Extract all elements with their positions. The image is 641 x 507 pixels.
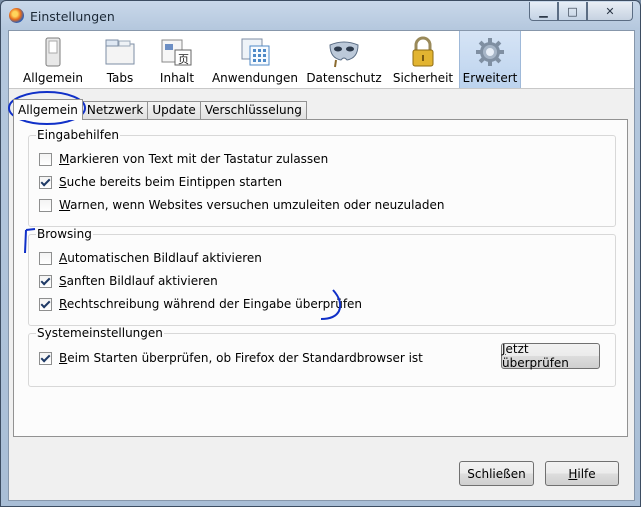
tab-verschluesselung[interactable]: Verschlüsselung xyxy=(199,101,307,119)
toolbar-label: Sicherheit xyxy=(392,71,454,85)
content-icon: 页 xyxy=(161,39,192,66)
toolbar-item-datenschutz[interactable]: Datenschutz xyxy=(305,31,383,88)
group-systemeinstellungen: Systemeinstellungen Beim Starten überprü… xyxy=(28,326,616,387)
option-label: Beim Starten überprüfen, ob Firefox der … xyxy=(59,351,423,365)
toolbar-label: Anwendungen xyxy=(211,71,299,85)
switch-icon xyxy=(45,37,61,67)
category-toolbar: Allgemein Tabs 页 Inhalt Anwendungen Date… xyxy=(9,31,634,89)
option-label: Suche bereits beim Eintippen starten xyxy=(59,175,283,189)
group-browsing: Browsing Automatischen Bildlauf aktivier… xyxy=(28,227,616,326)
toolbar-item-inhalt[interactable]: 页 Inhalt xyxy=(151,31,203,88)
close-icon: ✕ xyxy=(605,4,615,18)
firefox-icon xyxy=(9,8,24,23)
toolbar-label: Inhalt xyxy=(159,71,195,85)
minimize-icon: ▁ xyxy=(539,4,548,18)
close-button[interactable]: Schließen xyxy=(459,461,534,486)
option-label: Automatischen Bildlauf aktivieren xyxy=(59,251,262,265)
group-label: Browsing xyxy=(36,227,93,241)
help-button[interactable]: Hilfe xyxy=(545,461,619,486)
applications-icon xyxy=(241,38,270,66)
option-spellcheck[interactable]: Rechtschreibung während der Eingabe über… xyxy=(39,297,362,311)
toolbar-item-allgemein[interactable]: Allgemein xyxy=(19,31,87,88)
option-auto-scroll[interactable]: Automatischen Bildlauf aktivieren xyxy=(39,251,262,265)
tabs-icon xyxy=(105,39,135,65)
maximize-button[interactable]: □ xyxy=(558,2,587,21)
group-eingabehilfen: Eingabehilfen Markieren von Text mit der… xyxy=(28,128,616,227)
button-label: Hilfe xyxy=(568,466,596,481)
maximize-icon: □ xyxy=(567,4,578,18)
checkbox[interactable] xyxy=(39,175,52,189)
window-title: Einstellungen xyxy=(30,9,115,24)
tab-update[interactable]: Update xyxy=(147,101,201,119)
svg-text:页: 页 xyxy=(178,53,189,66)
button-label: Jetzt überprüfen xyxy=(502,342,569,370)
option-markieren[interactable]: Markieren von Text mit der Tastatur zula… xyxy=(39,152,328,166)
preferences-window: Einstellungen ▁ □ ✕ Allgemein Tabs 页 Inh… xyxy=(0,0,641,507)
checkbox[interactable] xyxy=(39,251,52,265)
option-smooth-scroll[interactable]: Sanften Bildlauf aktivieren xyxy=(39,274,218,288)
close-window-button[interactable]: ✕ xyxy=(587,2,633,21)
checkbox[interactable] xyxy=(39,274,52,288)
toolbar-label: Erweitert xyxy=(462,71,518,85)
tab-netzwerk[interactable]: Netzwerk xyxy=(81,101,149,119)
group-label: Eingabehilfen xyxy=(36,128,120,142)
checkbox[interactable] xyxy=(39,351,52,365)
option-label: Warnen, wenn Websites versuchen umzuleit… xyxy=(59,198,445,212)
dialog-body: Allgemein Tabs 页 Inhalt Anwendungen Date… xyxy=(8,30,635,501)
toolbar-item-tabs[interactable]: Tabs xyxy=(93,31,147,88)
mask-icon xyxy=(329,41,359,68)
toolbar-item-sicherheit[interactable]: Sicherheit xyxy=(389,31,457,88)
toolbar-label: Tabs xyxy=(106,71,134,85)
toolbar-label: Allgemein xyxy=(23,71,83,85)
option-label: Sanften Bildlauf aktivieren xyxy=(59,274,218,288)
tab-allgemein[interactable]: Allgemein xyxy=(13,99,83,120)
option-label: Rechtschreibung während der Eingabe über… xyxy=(59,297,363,311)
title-bar[interactable]: Einstellungen ▁ □ ✕ xyxy=(1,1,640,31)
checkbox[interactable] xyxy=(39,297,52,311)
tab-strip: Allgemein Netzwerk Update Verschlüsselun… xyxy=(13,99,307,120)
minimize-button[interactable]: ▁ xyxy=(529,2,558,21)
option-label: Markieren von Text mit der Tastatur zula… xyxy=(59,152,329,166)
toolbar-item-erweitert[interactable]: Erweitert xyxy=(459,31,521,88)
padlock-icon xyxy=(412,36,434,67)
tab-panel: Eingabehilfen Markieren von Text mit der… xyxy=(13,119,628,437)
check-now-button[interactable]: Jetzt überprüfen xyxy=(501,342,600,370)
option-default-browser[interactable]: Beim Starten überprüfen, ob Firefox der … xyxy=(39,351,423,365)
gear-icon xyxy=(476,38,504,66)
group-label: Systemeinstellungen xyxy=(36,326,164,340)
toolbar-label: Datenschutz xyxy=(306,71,382,85)
toolbar-item-anwendungen[interactable]: Anwendungen xyxy=(211,31,299,88)
checkbox[interactable] xyxy=(39,152,52,166)
checkbox[interactable] xyxy=(39,198,52,212)
option-warnen[interactable]: Warnen, wenn Websites versuchen umzuleit… xyxy=(39,198,444,212)
option-suche[interactable]: Suche bereits beim Eintippen starten xyxy=(39,175,282,189)
